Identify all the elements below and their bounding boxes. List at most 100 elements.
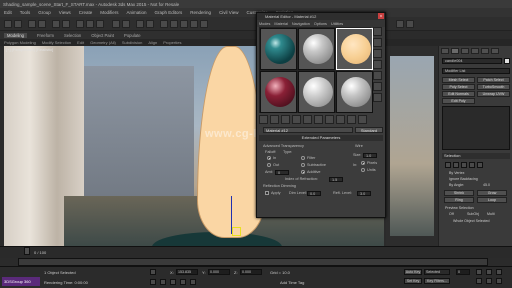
key-filters-button[interactable]: Key Filters... [424, 278, 450, 284]
set-key-button[interactable]: Set Key [404, 278, 422, 284]
preview-off-radio[interactable]: Off [449, 212, 454, 216]
play-icon[interactable] [170, 279, 176, 285]
extended-parameters-rollout[interactable]: Extended Parameters [259, 135, 383, 141]
show-end-result-icon[interactable] [347, 115, 356, 124]
hierarchy-tab-icon[interactable] [461, 48, 469, 54]
menu-views[interactable]: Views [59, 10, 71, 15]
auto-key-button[interactable]: Auto Key [404, 269, 422, 275]
preview-subobj-radio[interactable]: SubObj [467, 212, 479, 216]
angle-snap-icon[interactable] [122, 20, 130, 28]
tab-populate[interactable]: Populate [124, 33, 141, 38]
y-coordinate-field[interactable]: 0.000 [208, 269, 230, 275]
ribbon-geometry[interactable]: Geometry (All) [90, 40, 116, 45]
falloff-in-radio[interactable] [267, 156, 271, 160]
unwrap-uvw-button[interactable]: Unwrap UVW [477, 91, 510, 97]
time-slider-handle[interactable] [24, 247, 30, 255]
modifier-list-dropdown[interactable]: Modifier List [442, 68, 510, 74]
layers-icon[interactable] [160, 20, 168, 28]
render-setup-icon[interactable] [190, 20, 198, 28]
menu-graph-editors[interactable]: Graph Editors [155, 10, 183, 15]
time-slider-track[interactable]: 0 / 100 [0, 246, 512, 258]
link-icon[interactable] [28, 20, 36, 28]
utilities-tab-icon[interactable] [491, 48, 499, 54]
by-angle-label[interactable]: By Angle: [449, 183, 464, 187]
sample-slot-3[interactable] [336, 28, 373, 70]
add-time-tag[interactable]: Add Time Tag [280, 280, 304, 285]
preview-multi-radio[interactable]: Multi [487, 212, 495, 216]
create-tab-icon[interactable] [441, 48, 449, 54]
material-editor-window[interactable]: Material Editor - Material #12 x Modes M… [256, 12, 386, 218]
sample-slot-2[interactable] [298, 28, 335, 70]
me-menu-utilities[interactable]: Utilities [331, 22, 343, 26]
tab-object-paint[interactable]: Object Paint [91, 33, 114, 38]
patch-select-button[interactable]: Patch Select [477, 77, 510, 83]
ribbon-properties[interactable]: Properties [163, 40, 181, 45]
next-frame-icon[interactable] [180, 279, 186, 285]
modifier-stack[interactable] [442, 106, 510, 150]
put-to-scene-icon[interactable] [270, 115, 279, 124]
sample-slot-5[interactable] [298, 71, 335, 113]
menu-animation[interactable]: Animation [127, 10, 147, 15]
menu-group[interactable]: Group [38, 10, 51, 15]
zoom-icon[interactable] [496, 269, 502, 275]
ribbon-modify-selection[interactable]: Modify Selection [42, 40, 71, 45]
make-unique-icon[interactable] [303, 115, 312, 124]
rotate-icon[interactable] [86, 20, 94, 28]
ring-button[interactable]: Ring [444, 197, 474, 203]
reset-map-icon[interactable] [292, 115, 301, 124]
select-by-name-icon[interactable] [62, 20, 70, 28]
align-icon[interactable] [146, 20, 154, 28]
sample-slot-4[interactable] [260, 71, 297, 113]
background-icon[interactable] [373, 49, 382, 58]
refl-level-spinner[interactable]: 3.0 [357, 191, 371, 196]
edit-normals-button[interactable]: Edit Normals [442, 91, 475, 97]
pan-view-icon[interactable] [476, 269, 482, 275]
uv-tiling-icon[interactable] [373, 60, 382, 69]
modify-tab-icon[interactable] [451, 48, 459, 54]
by-angle-value[interactable]: 45.0 [483, 183, 490, 187]
z-coordinate-field[interactable]: 0.000 [240, 269, 262, 275]
grow-button[interactable]: Grow [477, 190, 507, 196]
me-menu-options[interactable]: Options [314, 22, 327, 26]
get-material-icon[interactable] [259, 115, 268, 124]
teapot-render-icon[interactable] [396, 20, 404, 28]
menu-rendering[interactable]: Rendering [190, 10, 211, 15]
zoom-extents-icon[interactable] [476, 278, 482, 284]
mirror-icon[interactable] [136, 20, 144, 28]
go-to-start-icon[interactable] [150, 279, 156, 285]
material-type-button[interactable]: Standard [355, 127, 383, 133]
material-editor-icon[interactable] [180, 20, 188, 28]
object-name-field[interactable]: candle004 [442, 58, 502, 64]
assign-to-selection-icon[interactable] [281, 115, 290, 124]
transform-gizmo-plane[interactable] [232, 227, 241, 236]
snap-icon[interactable] [112, 20, 120, 28]
pixels-radio[interactable] [361, 161, 365, 165]
key-mode-dropdown[interactable]: Selected [424, 269, 450, 275]
show-map-icon[interactable] [336, 115, 345, 124]
orbit-icon[interactable] [486, 269, 492, 275]
backlight-icon[interactable] [373, 38, 382, 47]
maximize-viewport-icon[interactable] [496, 278, 502, 284]
tab-selection[interactable]: Selection [64, 33, 81, 38]
type-filter-radio[interactable] [301, 156, 305, 160]
menu-modifiers[interactable]: Modifiers [100, 10, 118, 15]
options-icon[interactable] [373, 93, 382, 102]
edit-poly-button[interactable]: Edit Poly [442, 98, 475, 104]
by-vertex-label[interactable]: By Vertex [449, 171, 464, 175]
polygon-mode-icon[interactable] [469, 162, 475, 168]
select-icon[interactable] [52, 20, 60, 28]
sample-slot-6[interactable] [336, 71, 373, 113]
amt-spinner[interactable]: 0 [275, 170, 289, 175]
material-name-field[interactable]: Material #12 [263, 127, 353, 133]
curve-editor-icon[interactable] [170, 20, 178, 28]
lock-selection-icon[interactable] [150, 269, 156, 275]
apply-checkbox[interactable] [265, 191, 269, 195]
falloff-out-radio[interactable] [267, 163, 271, 167]
ignore-backfacing-label[interactable]: Ignore Backfacing [449, 177, 478, 181]
edge-mode-icon[interactable] [453, 162, 459, 168]
me-menu-modes[interactable]: Modes [259, 22, 270, 26]
sample-slot-1[interactable] [260, 28, 297, 70]
poly-select-button[interactable]: Poly Select [442, 84, 475, 90]
ribbon-edit[interactable]: Edit [77, 40, 84, 45]
put-to-library-icon[interactable] [314, 115, 323, 124]
